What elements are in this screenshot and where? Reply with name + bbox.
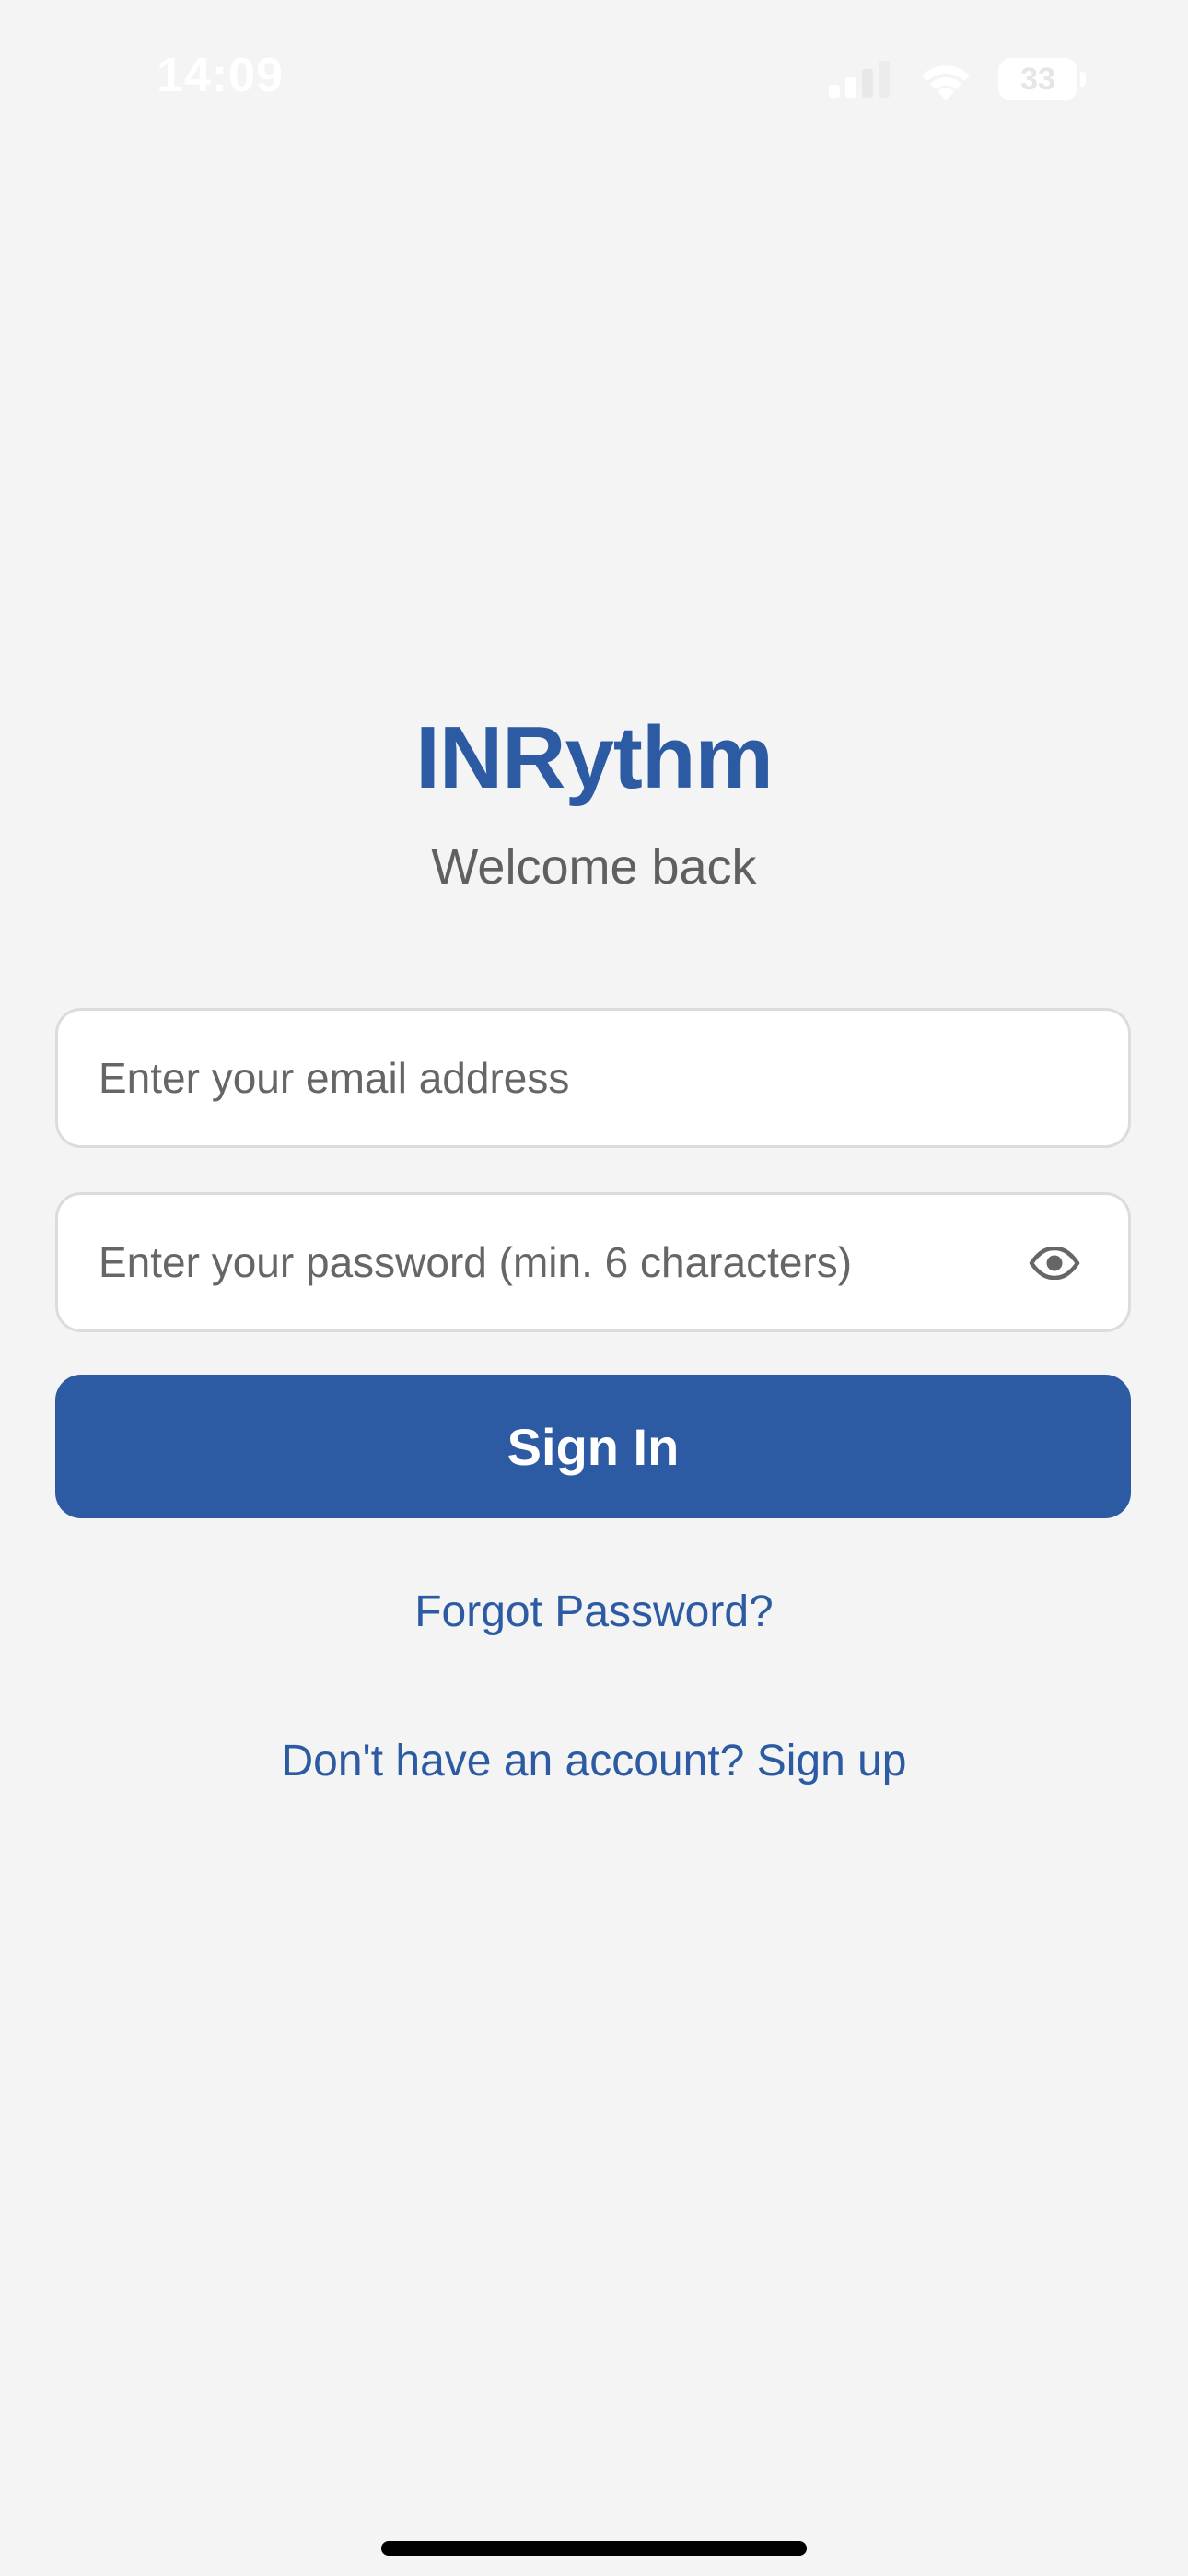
app-title: INRythm <box>415 708 774 807</box>
status-time: 14:09 <box>157 49 284 102</box>
status-icons: 33 <box>829 57 1086 101</box>
password-input[interactable] <box>99 1195 983 1329</box>
password-field-container <box>55 1192 1131 1332</box>
home-indicator[interactable] <box>381 2541 807 2556</box>
show-password-eye-icon[interactable] <box>1027 1235 1082 1291</box>
sign-up-link[interactable]: Don't have an account? Sign up <box>0 1736 1188 1786</box>
email-field-container <box>55 1008 1131 1148</box>
status-bar: 14:09 33 <box>0 0 1188 157</box>
wifi-icon <box>922 65 970 100</box>
forgot-password-link[interactable]: Forgot Password? <box>0 1587 1188 1637</box>
welcome-subtitle: Welcome back <box>431 839 757 895</box>
cellular-signal-icon <box>829 61 890 98</box>
battery-level: 33 <box>1020 61 1055 97</box>
battery-icon: 33 <box>998 58 1086 100</box>
email-input[interactable] <box>99 1011 1093 1145</box>
sign-in-button[interactable]: Sign In <box>55 1375 1131 1518</box>
